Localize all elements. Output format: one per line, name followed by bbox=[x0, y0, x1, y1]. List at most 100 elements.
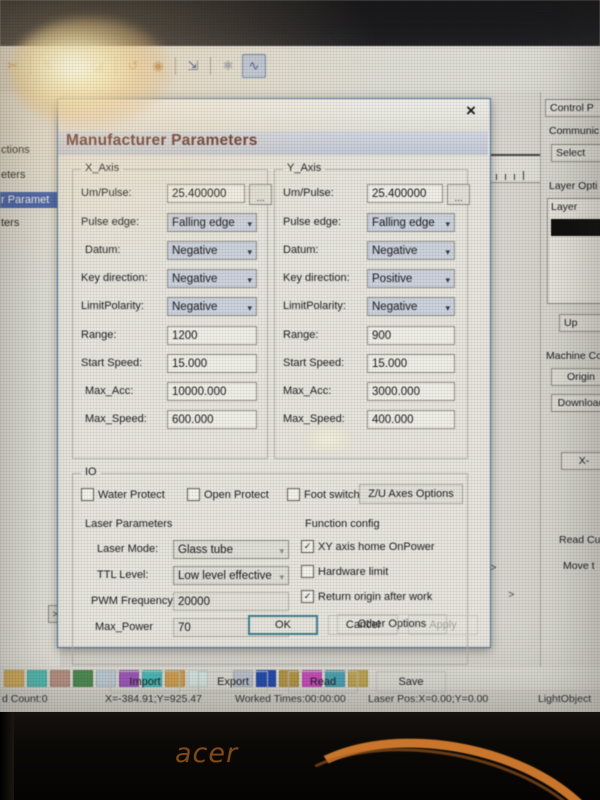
water-protect-checkbox[interactable]: Water Protect bbox=[81, 488, 165, 501]
io-group-title: IO bbox=[81, 466, 101, 478]
chevron-down-icon: ▾ bbox=[247, 216, 252, 232]
y-um-pulse-input[interactable]: 25.400000 bbox=[367, 184, 443, 203]
x-datum-select[interactable]: Negative ▾ bbox=[167, 241, 257, 260]
x-um-pulse-input[interactable]: 25.400000 bbox=[167, 184, 245, 203]
cut-icon[interactable]: ✂ bbox=[2, 55, 24, 77]
select-device-button[interactable]: Select bbox=[551, 144, 600, 162]
return-origin-after-work-checkbox[interactable]: ✓ Return origin after work bbox=[301, 590, 432, 603]
y-start-speed-input[interactable]: 15.000 bbox=[367, 354, 455, 373]
layer-color-swatch[interactable] bbox=[551, 219, 600, 236]
machine-control-label: Machine Co bbox=[546, 350, 600, 362]
xy-axis-home-onpower-checkbox[interactable]: ✓ XY axis home OnPower bbox=[301, 540, 435, 553]
toolbar-divider bbox=[210, 57, 211, 75]
layer-up-button[interactable]: Up bbox=[559, 314, 600, 332]
dialog-header-band: Manufacturer Parameters bbox=[58, 131, 488, 156]
x-datum-value: Negative bbox=[172, 245, 217, 257]
origin-button[interactable]: Origin bbox=[551, 368, 600, 386]
left-panel-item-2-selected[interactable]: r Paramet bbox=[0, 192, 60, 208]
y-um-pulse-browse-button[interactable]: ... bbox=[447, 184, 470, 205]
palette-swatch[interactable] bbox=[50, 670, 70, 687]
left-panel-item-1[interactable]: eters bbox=[0, 167, 60, 183]
cancel-button[interactable]: Cancel bbox=[328, 615, 398, 635]
y-max-speed-label: Max_Speed: bbox=[283, 413, 345, 425]
ruler-tick bbox=[505, 174, 506, 180]
laser-mode-select[interactable]: Glass tube ▾ bbox=[173, 540, 289, 559]
export-button[interactable]: Export bbox=[198, 671, 268, 693]
chevron-down-icon: ▾ bbox=[445, 244, 450, 260]
x-limit-polarity-value: Negative bbox=[172, 301, 217, 313]
ok-button[interactable]: OK bbox=[248, 615, 318, 635]
x-limit-polarity-select[interactable]: Negative ▾ bbox=[167, 297, 257, 316]
x-range-input[interactable]: 1200 bbox=[167, 326, 257, 345]
x-minus-jog-button[interactable]: X- bbox=[561, 452, 600, 470]
read-button[interactable]: Read bbox=[288, 671, 358, 693]
foot-switch-checkbox[interactable]: Foot switch bbox=[287, 488, 360, 501]
xy-axis-home-onpower-label: XY axis home OnPower bbox=[318, 541, 435, 553]
y-datum-select[interactable]: Negative ▾ bbox=[367, 241, 455, 260]
x-key-direction-value: Negative bbox=[172, 273, 217, 285]
x-pulse-edge-select[interactable]: Falling edge ▾ bbox=[167, 213, 257, 232]
y-max-acc-label: Max_Acc: bbox=[283, 385, 331, 397]
worked-times-status: Worked Times:00:00:00 bbox=[235, 693, 346, 705]
circle-arrow-icon[interactable]: ↺ bbox=[122, 55, 144, 77]
y-pulse-edge-select[interactable]: Falling edge ▾ bbox=[367, 213, 455, 232]
left-panel-item-3[interactable]: ters bbox=[0, 215, 60, 231]
pen-icon[interactable]: ✎ bbox=[37, 55, 59, 77]
acer-logo: acer bbox=[175, 738, 238, 769]
import-button[interactable]: Import bbox=[110, 671, 180, 693]
y-max-speed-input[interactable]: 400.000 bbox=[367, 410, 455, 429]
save-button[interactable]: Save bbox=[376, 671, 446, 693]
right-control-panel: Control P Communic Select Layer Opti Lay… bbox=[540, 92, 600, 667]
x-um-pulse-browse-button[interactable]: ... bbox=[249, 184, 272, 205]
left-panel-item-0[interactable]: ctions bbox=[0, 142, 60, 158]
dialog-title: Manufacturer Parameters bbox=[66, 132, 258, 150]
y-pulse-edge-value: Falling edge bbox=[372, 217, 435, 229]
hardware-limit-checkbox[interactable]: Hardware limit bbox=[301, 565, 388, 578]
palette-swatch[interactable] bbox=[27, 670, 47, 687]
open-protect-checkbox[interactable]: Open Protect bbox=[187, 488, 269, 501]
x-axis-group-title: X_Axis bbox=[81, 162, 123, 174]
x-max-speed-input[interactable]: 600.000 bbox=[167, 410, 257, 429]
x-start-speed-input[interactable]: 15.000 bbox=[167, 354, 257, 373]
read-current-button[interactable]: Read Cu bbox=[555, 532, 600, 548]
communication-label: Communic bbox=[549, 125, 599, 137]
y-max-acc-input[interactable]: 3000.000 bbox=[367, 382, 455, 401]
canvas-arrow-icon-2[interactable]: > bbox=[508, 589, 514, 601]
y-start-speed-label: Start Speed: bbox=[283, 357, 344, 369]
globe-icon[interactable]: ⚛ bbox=[217, 55, 239, 77]
x-pulse-edge-label: Pulse edge: bbox=[81, 216, 139, 228]
close-icon[interactable]: × bbox=[461, 101, 481, 121]
manufacturer-parameters-dialog: × Manufacturer Parameters X_Axis Um/Puls… bbox=[57, 98, 491, 648]
layer-options-label: Layer Opti bbox=[549, 180, 597, 192]
dialog-title-bar: × bbox=[58, 99, 488, 131]
apply-button: Apply bbox=[408, 615, 478, 635]
x-max-acc-input[interactable]: 10000.000 bbox=[167, 382, 257, 401]
y-key-direction-select[interactable]: Positive ▾ bbox=[367, 269, 455, 288]
y-limit-polarity-select[interactable]: Negative ▾ bbox=[367, 297, 455, 316]
download-button[interactable]: Download bbox=[551, 394, 600, 412]
chevron-down-icon: ▾ bbox=[247, 244, 252, 260]
palette-swatch[interactable] bbox=[73, 670, 93, 687]
align-icon[interactable]: ≡ bbox=[62, 55, 84, 77]
foot-switch-label: Foot switch bbox=[304, 489, 360, 501]
dialog-body: X_Axis Um/Pulse: 25.400000 ... Pulse edg… bbox=[58, 155, 488, 646]
chevron-down-icon: ▾ bbox=[279, 543, 284, 559]
laser-mode-label: Laser Mode: bbox=[97, 543, 158, 555]
x-um-pulse-label: Um/Pulse: bbox=[81, 187, 132, 199]
target-icon[interactable]: ◉ bbox=[147, 55, 169, 77]
app-toolbar: ✂ ✎ ≡ ◪ ↺ ◉ ⇲ ⚛ ∿ bbox=[0, 46, 600, 93]
x-axis-group: X_Axis Um/Pulse: 25.400000 ... Pulse edg… bbox=[72, 169, 268, 459]
palette-swatch[interactable] bbox=[4, 670, 24, 687]
node-icon[interactable]: ◪ bbox=[87, 55, 109, 77]
move-to-button[interactable]: Move t bbox=[559, 558, 600, 574]
output-icon[interactable]: ⇲ bbox=[182, 55, 204, 77]
y-range-input[interactable]: 900 bbox=[367, 326, 455, 345]
pwm-frequency-input[interactable]: 20000 bbox=[173, 592, 289, 611]
cursor-coordinates: X=-384.91;Y=925.47 bbox=[105, 693, 202, 705]
left-parameter-panel: ctions eters r Paramet ters > bbox=[0, 92, 61, 667]
zu-axes-options-button[interactable]: Z/U Axes Options bbox=[359, 484, 463, 504]
x-key-direction-select[interactable]: Negative ▾ bbox=[167, 269, 257, 288]
ttl-level-select[interactable]: Low level effective ▾ bbox=[173, 566, 289, 585]
layer-list[interactable]: Layer bbox=[547, 198, 600, 304]
waveform-icon[interactable]: ∿ bbox=[242, 54, 266, 78]
